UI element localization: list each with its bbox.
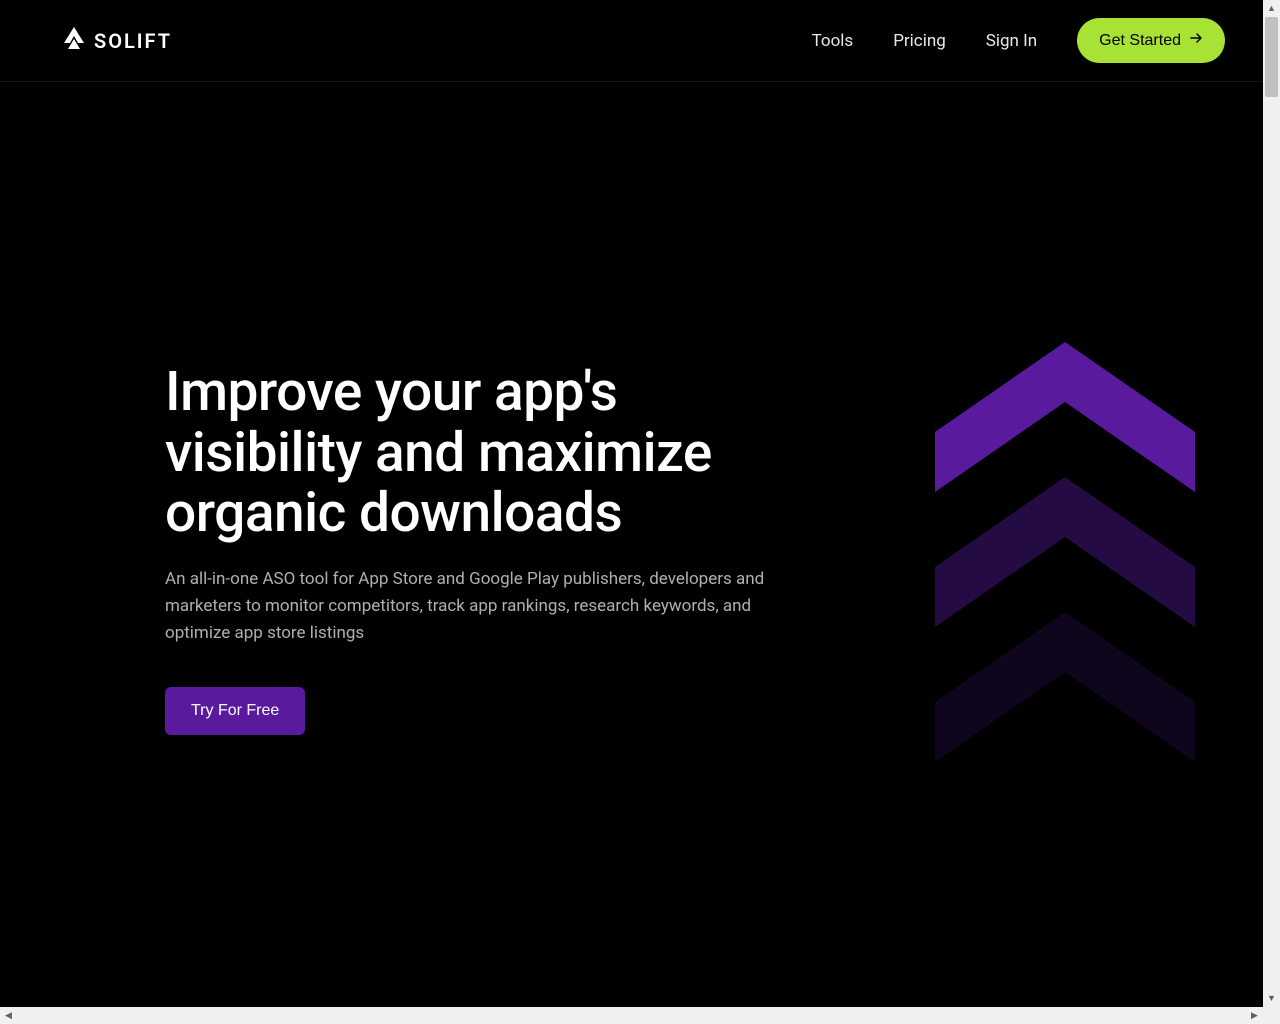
logo-icon xyxy=(60,25,88,57)
hero-section: Improve your app's visibility and maximi… xyxy=(0,82,1280,775)
hero-graphic xyxy=(925,292,1205,812)
hero-content: Improve your app's visibility and maximi… xyxy=(165,362,825,735)
scroll-up-icon[interactable]: ▲ xyxy=(1263,0,1280,17)
chevron-up-icon xyxy=(935,612,1195,762)
logo-text: SOLIFT xyxy=(94,29,172,53)
logo[interactable]: SOLIFT xyxy=(60,25,172,57)
chevron-up-icon xyxy=(935,342,1195,492)
try-free-button[interactable]: Try For Free xyxy=(165,687,305,735)
get-started-button[interactable]: Get Started xyxy=(1077,18,1225,63)
nav-pricing[interactable]: Pricing xyxy=(893,31,946,51)
scroll-right-icon[interactable]: ▶ xyxy=(1246,1007,1263,1024)
nav-tools[interactable]: Tools xyxy=(812,31,854,51)
scroll-left-icon[interactable]: ◀ xyxy=(0,1007,17,1024)
scrollbar-corner xyxy=(1263,1007,1280,1024)
nav: Tools Pricing Sign In Get Started xyxy=(812,18,1225,63)
hero-title: Improve your app's visibility and maximi… xyxy=(165,362,825,544)
get-started-label: Get Started xyxy=(1099,32,1181,50)
nav-signin[interactable]: Sign In xyxy=(986,31,1037,51)
hero-description: An all-in-one ASO tool for App Store and… xyxy=(165,566,815,648)
vertical-scrollbar[interactable]: ▲ ▼ xyxy=(1263,0,1280,1007)
scroll-down-icon[interactable]: ▼ xyxy=(1263,990,1280,1007)
scrollbar-thumb[interactable] xyxy=(1265,17,1278,97)
chevron-up-icon xyxy=(935,477,1195,627)
header: SOLIFT Tools Pricing Sign In Get Started xyxy=(0,0,1280,82)
arrow-right-icon xyxy=(1189,31,1203,50)
horizontal-scrollbar[interactable]: ◀ ▶ xyxy=(0,1007,1263,1024)
